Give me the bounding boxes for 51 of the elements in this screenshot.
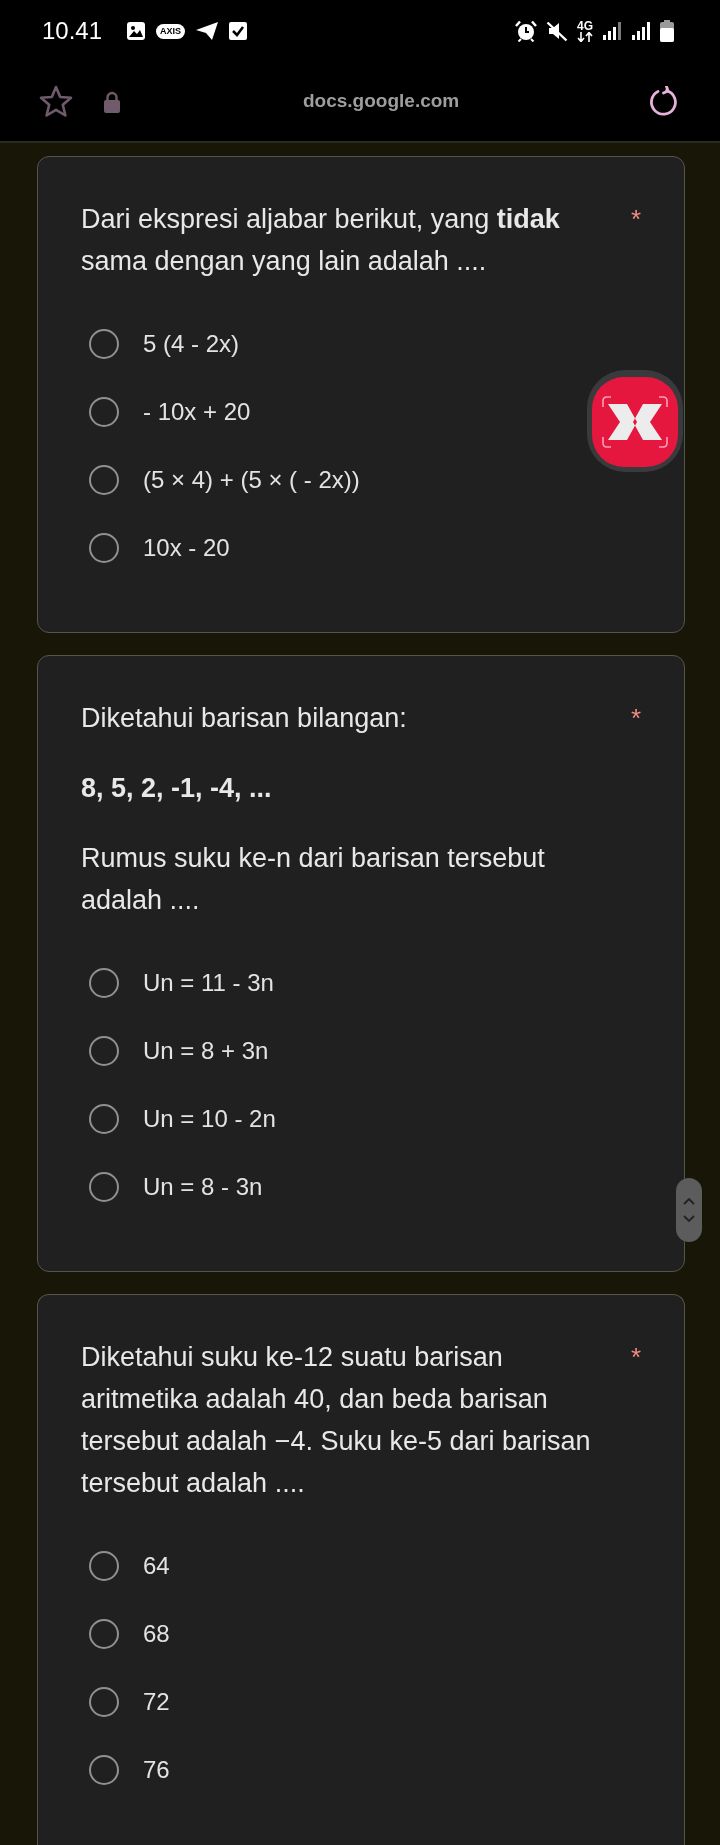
signal-icon bbox=[602, 21, 622, 41]
option-label[interactable]: 68 bbox=[143, 1619, 170, 1649]
option-label[interactable]: Un = 8 - 3n bbox=[143, 1172, 263, 1202]
alarm-clock-icon bbox=[515, 20, 537, 42]
radio-button[interactable] bbox=[89, 1619, 119, 1649]
radio-button[interactable] bbox=[89, 1104, 119, 1134]
radio-button[interactable] bbox=[89, 329, 119, 359]
option-label[interactable]: 64 bbox=[143, 1551, 170, 1581]
radio-button[interactable] bbox=[89, 533, 119, 563]
scroll-handle[interactable] bbox=[676, 1178, 702, 1242]
question-text: Rumus suku ke-n dari barisan tersebut adalah .... bbox=[81, 842, 546, 917]
reload-icon[interactable] bbox=[647, 85, 679, 118]
option-label[interactable]: - 10x + 20 bbox=[143, 397, 251, 427]
option-label[interactable]: 72 bbox=[143, 1687, 170, 1717]
chevron-down-icon bbox=[683, 1215, 695, 1222]
radio-button[interactable] bbox=[89, 397, 119, 427]
radio-button[interactable] bbox=[89, 465, 119, 495]
paper-plane-icon bbox=[195, 21, 220, 41]
option-label[interactable]: Un = 11 - 3n bbox=[143, 968, 274, 998]
data-arrows-icon bbox=[577, 31, 593, 42]
chevron-up-icon bbox=[683, 1198, 695, 1205]
sequence-text: 8, 5, 2, -1, -4, ... bbox=[81, 772, 273, 805]
checkbox-icon bbox=[229, 21, 248, 41]
required-asterisk: * bbox=[630, 203, 641, 236]
status-time: 10.41 bbox=[42, 19, 103, 43]
question-text: Dari ekspresi aljabar berikut, yang tidak sama dengan yang lain adalah .... bbox=[81, 203, 561, 278]
question-text: Diketahui barisan bilangan: bbox=[81, 702, 408, 735]
lock-icon[interactable] bbox=[103, 90, 121, 113]
radio-button[interactable] bbox=[89, 1755, 119, 1785]
radio-button[interactable] bbox=[89, 968, 119, 998]
radio-button[interactable] bbox=[89, 1687, 119, 1717]
star-icon[interactable] bbox=[39, 85, 73, 118]
option-label[interactable]: Un = 8 + 3n bbox=[143, 1036, 269, 1066]
radio-button[interactable] bbox=[89, 1172, 119, 1202]
signal-icon bbox=[631, 21, 651, 41]
url-text[interactable]: docs.google.com bbox=[303, 87, 460, 116]
question-text: Diketahui suku ke-12 suatu barisan aritmetika adalah 40, dan beda barisan tersebut adalah −4. Suku ke-5 dari barisan tersebut adalah .... bbox=[81, 1341, 592, 1500]
battery-icon bbox=[660, 20, 674, 42]
required-asterisk: * bbox=[630, 702, 641, 735]
gallery-icon bbox=[126, 21, 147, 41]
mute-icon bbox=[546, 20, 568, 42]
option-label[interactable]: (5 × 4) + (5 × ( - 2x)) bbox=[143, 465, 360, 495]
radio-button[interactable] bbox=[89, 1036, 119, 1066]
option-label[interactable]: Un = 10 - 2n bbox=[143, 1104, 276, 1134]
required-asterisk: * bbox=[630, 1341, 641, 1374]
carrier-badge: AXIS bbox=[156, 23, 186, 39]
option-label[interactable]: 76 bbox=[143, 1755, 170, 1785]
radio-button[interactable] bbox=[89, 1551, 119, 1581]
network-type-label: 4G bbox=[577, 20, 593, 32]
option-label[interactable]: 10x - 20 bbox=[143, 533, 230, 563]
option-label[interactable]: 5 (4 - 2x) bbox=[143, 329, 240, 359]
